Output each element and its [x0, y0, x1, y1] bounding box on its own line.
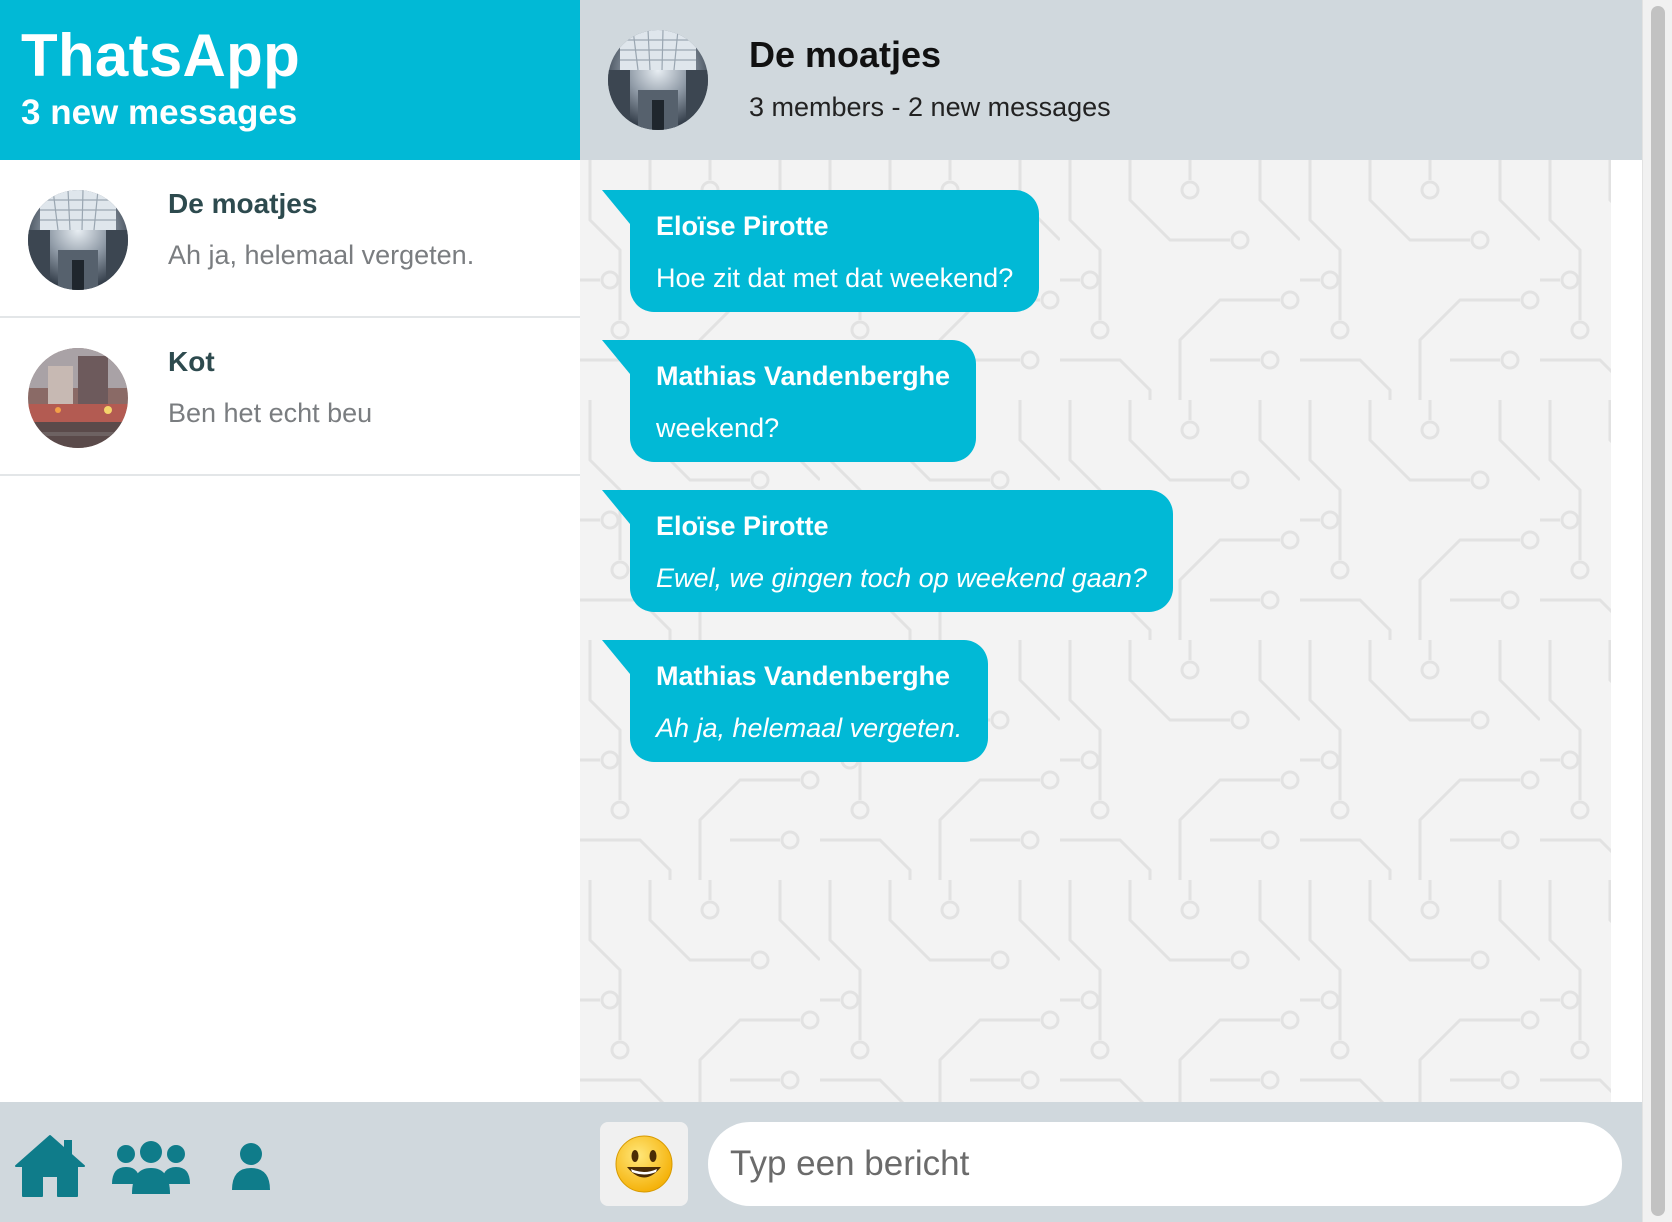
- conversation-preview: Ah ja, helemaal vergeten.: [168, 240, 475, 270]
- app-window: ThatsApp 3 new messages De moatjes Ah ja…: [0, 0, 1672, 1222]
- chat-subtitle: 3 members - 2 new messages: [749, 92, 1111, 122]
- scrollbar-thumb[interactable]: [1651, 6, 1665, 1216]
- conversation-name: De moatjes: [168, 188, 318, 219]
- group-icon[interactable]: [110, 1140, 192, 1196]
- conversation-name: Kot: [168, 346, 215, 377]
- conversation-item-kot[interactable]: Kot Ben het echt beu: [0, 318, 580, 476]
- message-sender: Mathias Vandenberghe: [656, 661, 951, 691]
- chat-header: De moatjes 3 members - 2 new messages: [580, 0, 1642, 160]
- new-messages-count: 3 new messages: [21, 93, 298, 132]
- chat-avatar[interactable]: [608, 30, 708, 130]
- message-bubble: Eloïse Pirotte Ewel, we gingen toch op w…: [602, 490, 1173, 612]
- message-bubble: Mathias Vandenberghe weekend?: [601, 340, 977, 462]
- message-sender: Eloïse Pirotte: [656, 211, 829, 241]
- message-text: Ewel, we gingen toch op weekend gaan?: [656, 563, 1147, 593]
- conversation-sidebar: ThatsApp 3 new messages De moatjes Ah ja…: [0, 0, 580, 1222]
- bottom-nav: [0, 1102, 580, 1222]
- avatar: [28, 190, 128, 290]
- message-text: Hoe zit dat met dat weekend?: [656, 263, 1014, 293]
- emoji-button[interactable]: [600, 1122, 688, 1206]
- message-list[interactable]: Eloïse Pirotte Hoe zit dat met dat weeke…: [580, 160, 1611, 1102]
- message-sender: Eloïse Pirotte: [656, 511, 829, 541]
- chat-panel: De moatjes 3 members - 2 new messages El…: [580, 0, 1642, 1222]
- message-bubble: Eloïse Pirotte Hoe zit dat met dat weeke…: [601, 190, 1040, 312]
- message-text: Ah ja, helemaal vergeten.: [656, 713, 963, 743]
- app-title: ThatsApp: [21, 22, 301, 89]
- home-icon[interactable]: [12, 1132, 88, 1198]
- scrollbar[interactable]: [1642, 0, 1672, 1222]
- user-icon[interactable]: [230, 1142, 272, 1192]
- compose-bar: [580, 1102, 1642, 1222]
- smiley-icon: [615, 1135, 673, 1193]
- conversation-preview: Ben het echt beu: [168, 398, 373, 428]
- chat-title: De moatjes: [749, 34, 942, 75]
- avatar: [28, 348, 128, 448]
- conversation-item-de-moatjes[interactable]: De moatjes Ah ja, helemaal vergeten.: [0, 160, 580, 318]
- message-bubble: Mathias Vandenberghe Ah ja, helemaal ver…: [601, 640, 989, 762]
- message-input[interactable]: [708, 1122, 1622, 1206]
- message-text: weekend?: [656, 413, 780, 443]
- app-header: ThatsApp 3 new messages: [0, 0, 580, 160]
- message-sender: Mathias Vandenberghe: [656, 361, 951, 391]
